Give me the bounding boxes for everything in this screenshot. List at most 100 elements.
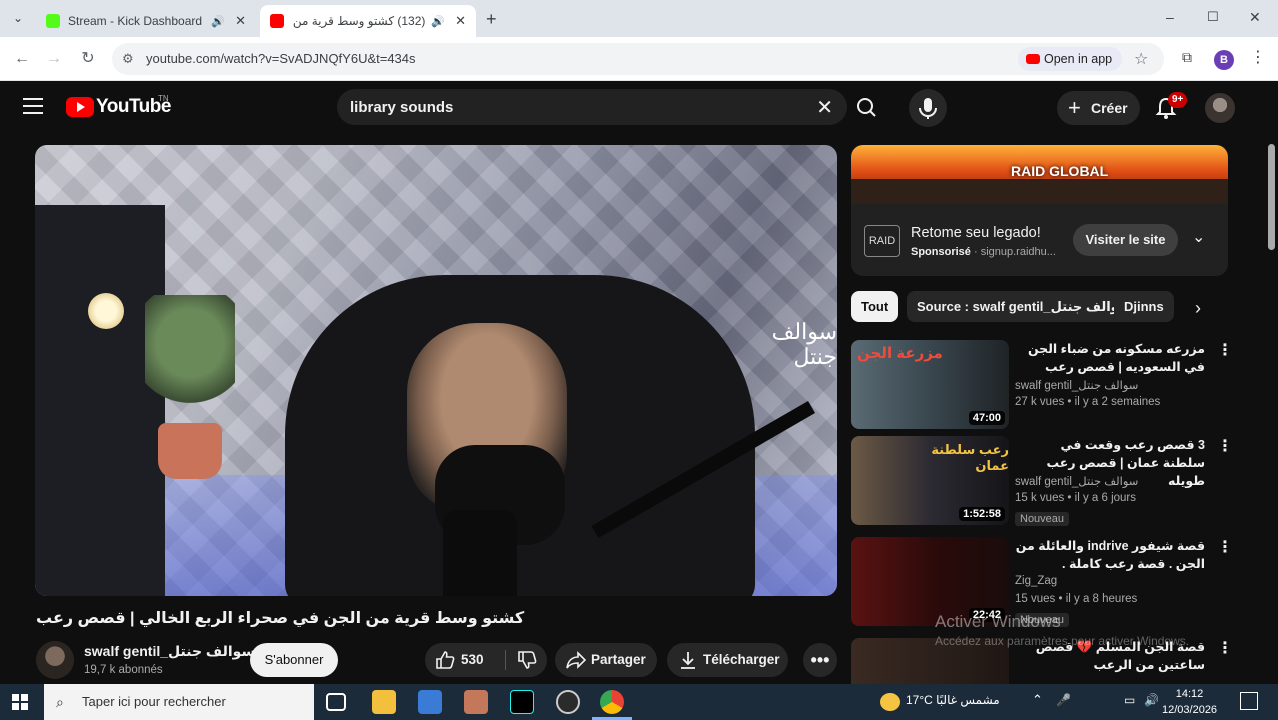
video-thumbnail[interactable]: رعب سلطنة عمان 1:52:58 <box>851 436 1009 525</box>
chevron-down-icon[interactable]: ⌄ <box>1192 227 1205 247</box>
back-icon[interactable]: ← <box>12 49 32 69</box>
more-vertical-icon[interactable]: ⋮ <box>1217 537 1233 557</box>
tiktok-icon[interactable] <box>510 690 534 714</box>
more-horizontal-icon: ••• <box>810 650 830 670</box>
windows-activation-title: Activer Windows <box>935 612 1061 631</box>
photos-app-icon[interactable] <box>464 690 488 714</box>
sponsored-ad-card[interactable]: RAID GLOBAL RAID Retome seu legado! Spon… <box>851 145 1228 276</box>
close-window-button[interactable]: ✕ <box>1249 9 1261 26</box>
weather-icon <box>880 693 900 711</box>
more-vertical-icon[interactable]: ⋮ <box>1217 436 1233 456</box>
share-button[interactable]: Partager <box>555 643 657 677</box>
microsoft-store-icon[interactable] <box>418 690 442 714</box>
channel-name[interactable]: swalf gentil_سوالف جنتل <box>84 643 255 660</box>
thumbnail-caption: مزرعة الجن <box>857 345 943 362</box>
microphone-icon <box>919 98 937 119</box>
microphone-tray-icon[interactable]: 🎤 <box>1056 693 1071 707</box>
video-title: كشتو وسط قرية من الجن في صحراء الربع الخ… <box>36 610 525 627</box>
download-button[interactable]: Télécharger <box>667 643 788 677</box>
more-vertical-icon[interactable]: ⋮ <box>1217 638 1231 658</box>
more-vertical-icon[interactable]: ⋮ <box>1217 340 1233 360</box>
new-badge: Nouveau <box>1015 512 1070 526</box>
share-label: Partager <box>591 652 646 667</box>
tab-kick-dashboard[interactable]: Stream - Kick Dashboard 🔊 ✕ <box>36 5 256 37</box>
ad-sponsor-line: Sponsorisé · signup.raidhu... <box>911 246 1056 258</box>
reload-icon[interactable]: ↻ <box>78 49 98 69</box>
account-avatar[interactable] <box>1205 93 1235 123</box>
browser-toolbar: ← → ↻ ⚙ youtube.com/watch?v=SvADJNQfY6U&… <box>0 37 1278 81</box>
create-button[interactable]: + Créer <box>1057 91 1140 125</box>
hamburger-menu-icon[interactable] <box>23 98 43 114</box>
ad-banner-brand: RAID GLOBAL <box>1011 163 1109 179</box>
channel-name[interactable]: swalf gentil_سوالف جنتل <box>1015 474 1138 488</box>
profile-avatar[interactable]: B <box>1214 50 1234 70</box>
chrome-icon[interactable] <box>600 690 624 714</box>
system-clock[interactable]: 14:12 12/03/2026 <box>1162 686 1217 718</box>
tab-search-button[interactable]: ⌄ <box>8 8 28 28</box>
video-meta: 27 k vues • il y a 2 semaines <box>1015 396 1161 408</box>
chip-all[interactable]: Tout <box>851 291 899 322</box>
file-explorer-icon[interactable] <box>372 690 396 714</box>
search-query: library sounds <box>350 99 454 116</box>
notification-center-icon[interactable] <box>1240 692 1258 710</box>
visit-site-button[interactable]: Visiter le site <box>1073 224 1178 256</box>
speaker-icon[interactable]: 🔊 <box>431 15 445 28</box>
tray-chevron-icon[interactable]: ⌃ <box>1032 692 1043 708</box>
voice-search-button[interactable] <box>909 89 947 127</box>
open-in-app-button[interactable]: Open in app <box>1018 47 1123 71</box>
channel-avatar[interactable] <box>36 641 74 679</box>
windows-taskbar: ⌕ Taper ici pour rechercher 17°C مشمس غا… <box>0 684 1278 720</box>
maximize-button[interactable]: ☐ <box>1207 9 1219 25</box>
thumbs-up-icon <box>436 651 455 669</box>
thumbs-down-icon <box>518 651 537 669</box>
dislike-button[interactable] <box>507 643 547 677</box>
bookmark-star-icon[interactable]: ☆ <box>1134 49 1148 69</box>
new-tab-button[interactable]: + <box>486 9 497 30</box>
address-bar[interactable]: ⚙ youtube.com/watch?v=SvADJNQfY6U&t=434s… <box>112 43 1164 75</box>
channel-name[interactable]: Zig_Zag <box>1015 575 1057 587</box>
windows-start-icon[interactable] <box>12 694 28 710</box>
thumbnail-caption: رعب سلطنة عمان <box>931 442 1009 473</box>
chip-source[interactable]: Source : swalf gentil_سوالف جنتل <box>907 291 1142 322</box>
youtube-favicon-icon <box>270 14 284 28</box>
taskbar-search-input[interactable]: ⌕ Taper ici pour rechercher <box>44 684 314 720</box>
ad-domain: signup.raidhu... <box>980 246 1056 258</box>
clear-search-icon[interactable]: ✕ <box>816 95 833 120</box>
forward-icon[interactable]: → <box>44 49 64 69</box>
close-tab-icon[interactable]: ✕ <box>455 13 466 29</box>
weather-text[interactable]: 17°C مشمس غالبًا <box>906 693 1000 707</box>
separator-dot: · <box>973 246 981 258</box>
extensions-icon[interactable]: ⧉ <box>1182 49 1192 66</box>
volume-icon[interactable]: 🔊 <box>1144 693 1159 707</box>
channel-name[interactable]: swalf gentil_سوالف جنتل <box>1015 378 1138 392</box>
channel-watermark: سوالف جنتل <box>771 320 837 370</box>
search-icon <box>857 98 876 117</box>
video-thumbnail[interactable]: مزرعة الجن 47:00 <box>851 340 1009 429</box>
more-actions-button[interactable]: ••• <box>803 643 837 677</box>
tab-youtube-video[interactable]: (132) كشتو وسط قرية من الـ 🔊 ✕ <box>260 5 476 37</box>
chevron-right-icon[interactable]: › <box>1195 298 1201 319</box>
minimize-button[interactable]: – <box>1166 9 1174 25</box>
search-icon: ⌕ <box>56 694 64 710</box>
recommendation-item[interactable]: رعب سلطنة عمان 1:52:58 3 قصص رعب وقعت في… <box>851 436 1233 531</box>
video-player[interactable]: سوالف جنتل <box>35 145 837 596</box>
network-icon[interactable]: ▭ <box>1124 693 1135 707</box>
search-button[interactable] <box>847 89 887 125</box>
like-button[interactable]: 530 <box>425 643 505 677</box>
obs-app-icon[interactable] <box>556 690 580 714</box>
chip-djinns[interactable]: Djinns <box>1114 291 1174 322</box>
task-view-icon[interactable] <box>326 693 346 711</box>
close-tab-icon[interactable]: ✕ <box>235 13 246 29</box>
create-label: Créer <box>1091 100 1128 116</box>
recommendation-item[interactable]: مزرعة الجن 47:00 مزرعه مسكونه من ضباء ال… <box>851 340 1233 435</box>
subscribe-button[interactable]: S'abonner <box>250 643 338 677</box>
ad-banner-wall <box>851 179 1228 204</box>
sponsored-label: Sponsorisé <box>911 246 971 258</box>
browser-menu-icon[interactable]: ⋮ <box>1250 47 1266 67</box>
share-icon <box>566 651 587 669</box>
speaker-icon[interactable]: 🔊 <box>211 15 225 28</box>
windows-activation-text: Accédez aux paramètres pour activer Wind… <box>935 634 1190 648</box>
search-input[interactable]: library sounds ✕ <box>337 89 847 125</box>
site-info-icon[interactable]: ⚙ <box>122 51 134 67</box>
scrollbar-thumb[interactable] <box>1268 144 1275 250</box>
